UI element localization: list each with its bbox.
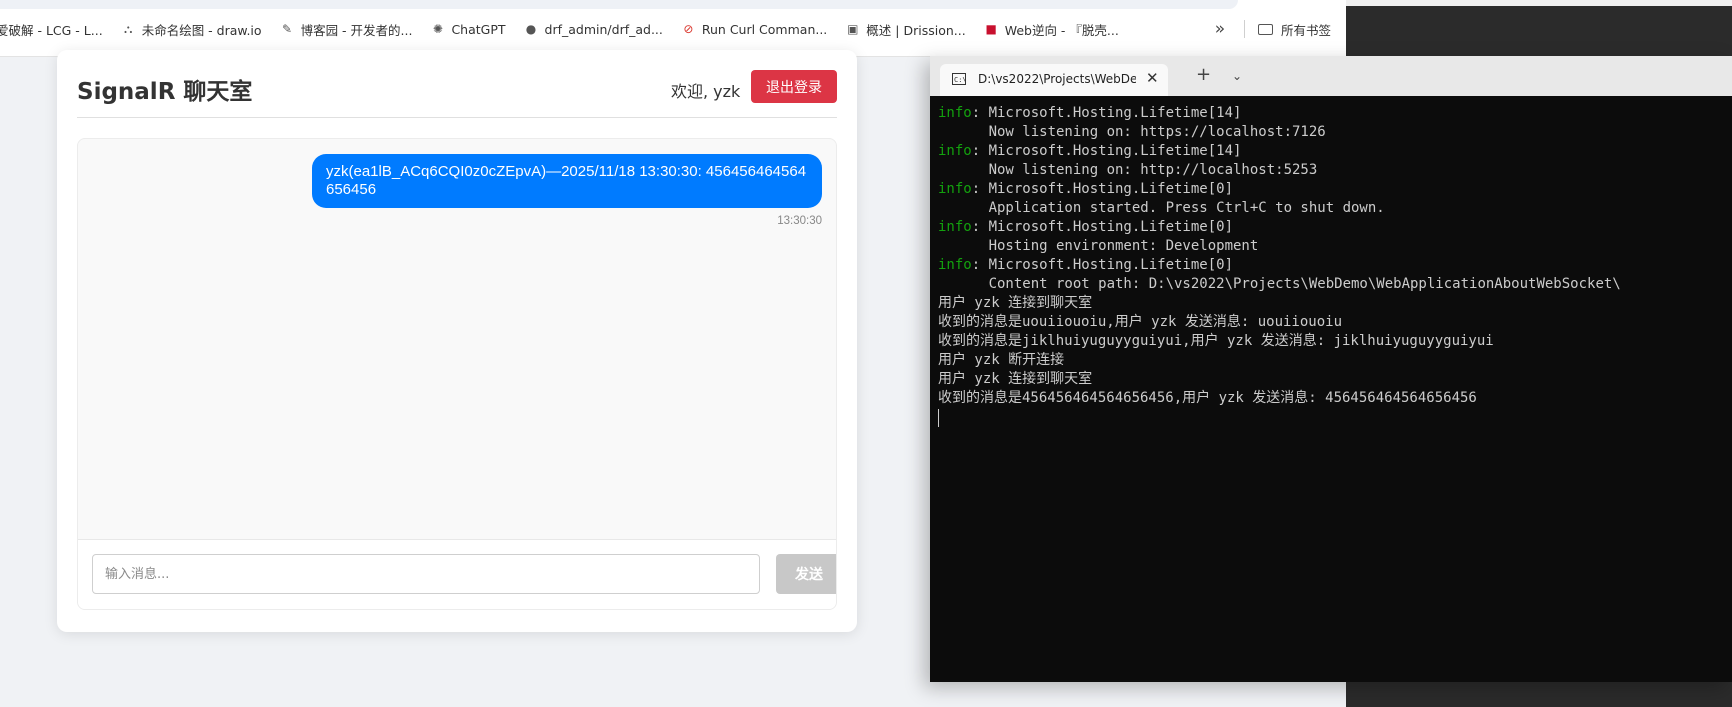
log-text: Now listening on: https://localhost:7126 (938, 124, 1326, 140)
message-timestamp: 13:30:30 (777, 215, 822, 227)
bookmark-item[interactable]: ✎ 博客园 - 开发者的... (280, 18, 413, 40)
terminal-line: Now listening on: https://localhost:7126 (938, 123, 1728, 142)
log-level: info (938, 105, 972, 121)
log-text: Now listening on: http://localhost:5253 (938, 162, 1318, 178)
terminal-line: Content root path: D:\vs2022\Projects\We… (938, 275, 1728, 294)
drawio-icon: ⛬ (123, 21, 133, 36)
log-text: : Microsoft.Hosting.Lifetime[0] (971, 257, 1234, 273)
log-text: 收到的消息是jiklhuiyuguyyguiyui,用户 yzk 发送消息: j… (938, 333, 1494, 349)
bookmark-item[interactable]: ● drf_admin/drf_ad... (524, 18, 663, 40)
bookmark-label: ChatGPT (451, 21, 506, 37)
message-input[interactable] (92, 554, 760, 594)
bookmark-label: Run Curl Comman... (701, 21, 828, 37)
browser-top-strip (0, 0, 1238, 9)
cmd-icon: C:\ (952, 73, 967, 85)
log-text: Hosting environment: Development (938, 238, 1259, 254)
terminal-tab-title: D:\vs2022\Projects\WebDemo\WebApplicatio… (978, 72, 1136, 86)
log-text: 用户 yzk 断开连接 (938, 352, 1065, 368)
bookmark-item[interactable]: 爱破解 - LCG - L... (0, 18, 103, 40)
bookmark-label: drf_admin/drf_ad... (544, 21, 663, 37)
terminal-prompt-line (938, 408, 1728, 427)
log-text: 用户 yzk 连接到聊天室 (938, 295, 1093, 311)
message-bubble: yzk(ea1lB_ACq6CQI0z0cZEpvA)—2025/11/18 1… (312, 154, 822, 208)
bookmarks-more-icon[interactable]: » (1210, 18, 1230, 40)
all-bookmarks-button[interactable]: 所有书签 (1258, 18, 1331, 40)
log-text: Application started. Press Ctrl+C to shu… (938, 200, 1385, 216)
terminal-line: info: Microsoft.Hosting.Lifetime[0] (938, 256, 1728, 275)
terminal-window: C:\ D:\vs2022\Projects\WebDemo\WebApplic… (930, 56, 1732, 682)
terminal-line: 收到的消息是uouiiouoiu,用户 yzk 发送消息: uouiiouoiu (938, 313, 1728, 332)
terminal-line: info: Microsoft.Hosting.Lifetime[14] (938, 104, 1728, 123)
log-level: info (938, 257, 972, 273)
background-window-top (1346, 0, 1732, 6)
log-text: Content root path: D:\vs2022\Projects\We… (938, 276, 1621, 292)
openai-icon: ✺ (432, 21, 443, 36)
log-text: : Microsoft.Hosting.Lifetime[0] (971, 219, 1234, 235)
message-panel: yzk(ea1lB_ACq6CQI0z0cZEpvA)—2025/11/18 1… (77, 138, 837, 610)
page-title: SignalR 聊天室 (77, 79, 253, 105)
new-tab-icon[interactable]: + (1196, 65, 1211, 85)
bookmark-label: Web逆向 - 『脱壳... (1004, 22, 1119, 38)
curl-icon: ⊘ (683, 21, 694, 36)
log-level: info (938, 181, 972, 197)
messages-area[interactable]: yzk(ea1lB_ACq6CQI0z0cZEpvA)—2025/11/18 1… (78, 139, 836, 539)
log-text: : Microsoft.Hosting.Lifetime[14] (971, 105, 1242, 121)
bookmark-item[interactable]: ⛬ 未命名绘图 - draw.io (121, 18, 262, 40)
terminal-line: info: Microsoft.Hosting.Lifetime[0] (938, 180, 1728, 199)
github-icon: ● (525, 21, 537, 36)
folder-icon (1258, 23, 1273, 35)
bookmark-label: 概述 | Drission... (866, 22, 966, 38)
bookmarks-bar: 爱破解 - LCG - L... ⛬ 未命名绘图 - draw.io ✎ 博客园 - 开… (0, 0, 1346, 57)
drission-icon: ▣ (847, 21, 859, 36)
terminal-line: 用户 yzk 断开连接 (938, 351, 1728, 370)
bookmark-item[interactable]: ⊘ Run Curl Comman... (681, 18, 827, 40)
close-icon[interactable]: ✕ (1146, 69, 1159, 87)
welcome-text: 欢迎, yzk (671, 82, 741, 101)
terminal-line: 收到的消息是jiklhuiyuguyyguiyui,用户 yzk 发送消息: j… (938, 332, 1728, 351)
terminal-line: info: Microsoft.Hosting.Lifetime[14] (938, 142, 1728, 161)
header-divider (77, 117, 837, 118)
chat-card: SignalR 聊天室 欢迎, yzk 退出登录 yzk(ea1lB_ACq6C… (57, 50, 857, 632)
log-level: info (938, 219, 972, 235)
all-bookmarks-label: 所有书签 (1281, 22, 1332, 38)
terminal-line: Application started. Press Ctrl+C to shu… (938, 199, 1728, 218)
log-text: 收到的消息是uouiiouoiu,用户 yzk 发送消息: uouiiouoiu (938, 314, 1343, 330)
terminal-line: info: Microsoft.Hosting.Lifetime[0] (938, 218, 1728, 237)
terminal-line: Now listening on: http://localhost:5253 (938, 161, 1728, 180)
cnblogs-icon: ✎ (282, 21, 293, 36)
terminal-output[interactable]: info: Microsoft.Hosting.Lifetime[14] Now… (938, 104, 1728, 674)
logout-button[interactable]: 退出登录 (751, 70, 837, 103)
log-text: 用户 yzk 连接到聊天室 (938, 371, 1093, 387)
log-level: info (938, 143, 972, 159)
bookmark-label: 博客园 - 开发者的... (300, 22, 413, 38)
bookmark-label: 爱破解 - LCG - L... (0, 22, 103, 38)
terminal-tab[interactable]: C:\ D:\vs2022\Projects\WebDemo\WebApplic… (940, 64, 1168, 96)
chevron-down-icon[interactable]: ⌄ (1232, 66, 1242, 86)
bookmark-list: 爱破解 - LCG - L... ⛬ 未命名绘图 - draw.io ✎ 博客园 - 开… (0, 18, 1137, 40)
terminal-tab-bar: C:\ D:\vs2022\Projects\WebDemo\WebApplic… (930, 56, 1732, 96)
bookmark-item[interactable]: ✺ ChatGPT (430, 18, 506, 40)
terminal-line: 用户 yzk 连接到聊天室 (938, 370, 1728, 389)
bookmark-label: 未命名绘图 - draw.io (141, 22, 262, 38)
send-button[interactable]: 发送 (776, 554, 836, 594)
terminal-line: 用户 yzk 连接到聊天室 (938, 294, 1728, 313)
log-text: 收到的消息是456456464564656456,用户 yzk 发送消息: 45… (938, 390, 1477, 406)
terminal-line: Hosting environment: Development (938, 237, 1728, 256)
log-text: : Microsoft.Hosting.Lifetime[14] (971, 143, 1242, 159)
bookmark-item[interactable]: ■ Web逆向 - 『脱壳... (984, 18, 1119, 40)
terminal-cursor (938, 409, 939, 427)
site-icon: ■ (985, 21, 997, 36)
log-text: : Microsoft.Hosting.Lifetime[0] (971, 181, 1234, 197)
terminal-line: 收到的消息是456456464564656456,用户 yzk 发送消息: 45… (938, 389, 1728, 408)
input-area: 发送 (78, 539, 836, 609)
bookmark-item[interactable]: ▣ 概述 | Drission... (845, 18, 966, 40)
bookmarks-divider (1244, 20, 1245, 38)
